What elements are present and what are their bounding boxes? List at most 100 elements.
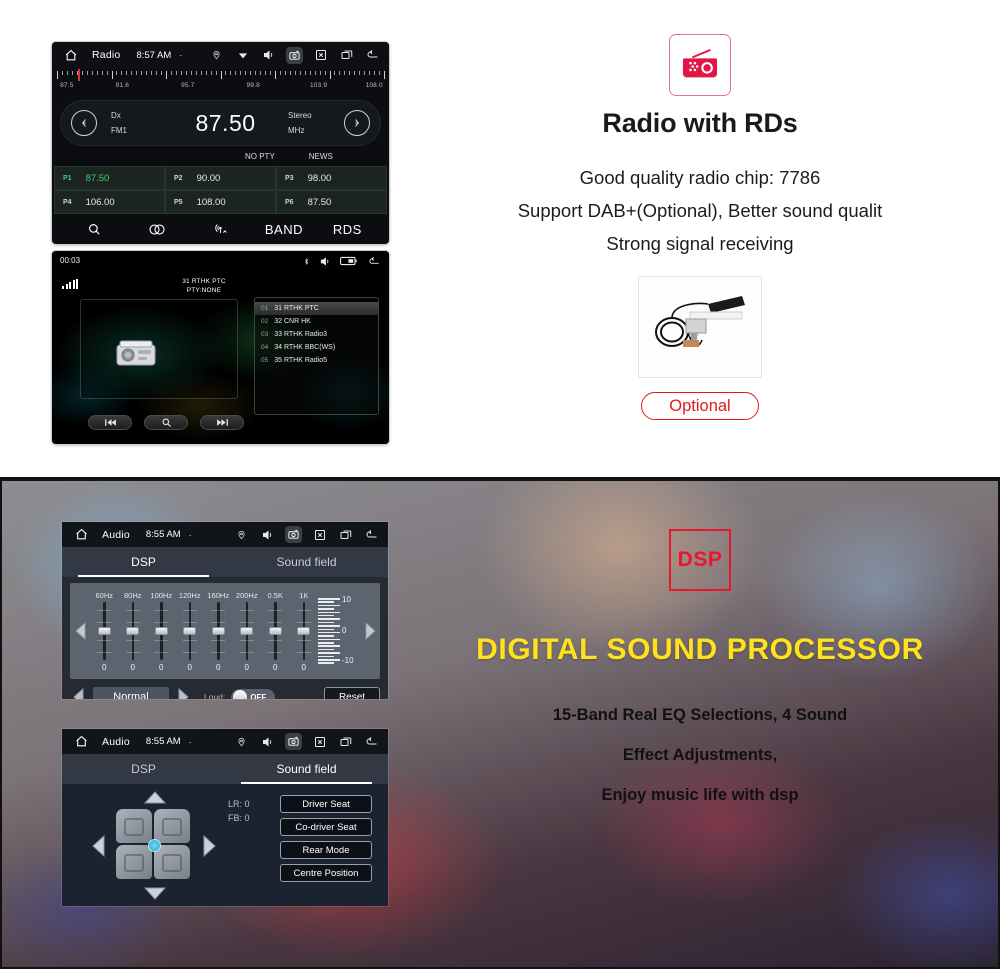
eq-band-slider[interactable] xyxy=(268,601,283,660)
ruler-tick xyxy=(131,71,133,75)
skip-next-icon[interactable] xyxy=(200,415,244,430)
radio-copy-block: Radio with RDs Good quality radio chip: … xyxy=(440,30,960,420)
slider-knob[interactable] xyxy=(154,626,168,635)
slider-knob[interactable] xyxy=(126,626,140,635)
preset-p3[interactable]: P3 98.00 xyxy=(276,166,387,190)
slider-tick xyxy=(239,609,254,611)
skip-previous-icon[interactable] xyxy=(88,415,132,430)
slider-knob[interactable] xyxy=(268,626,282,635)
eq-band-slider[interactable] xyxy=(125,601,140,660)
eq-band-slider[interactable] xyxy=(296,601,311,660)
seat-preset-rear-mode[interactable]: Rear Mode xyxy=(280,841,372,859)
preset-p4[interactable]: P4 106.00 xyxy=(54,190,165,214)
seat-preset-driver-seat[interactable]: Driver Seat xyxy=(280,795,372,813)
recent-apps-icon[interactable] xyxy=(337,733,354,750)
arrow-right-icon[interactable] xyxy=(203,835,216,857)
tune-up-button[interactable] xyxy=(344,110,370,136)
home-icon[interactable] xyxy=(60,49,82,62)
home-icon[interactable] xyxy=(70,528,92,541)
eq-band-slider[interactable] xyxy=(182,601,197,660)
preset-p5[interactable]: P5 108.00 xyxy=(165,190,276,214)
tab-sound-field[interactable]: Sound field xyxy=(225,547,388,577)
close-icon[interactable] xyxy=(311,526,328,543)
back-icon[interactable] xyxy=(363,526,380,543)
chevron-left-icon[interactable] xyxy=(70,687,87,699)
volume-icon[interactable] xyxy=(259,526,276,543)
slider-knob[interactable] xyxy=(183,626,197,635)
recent-apps-icon[interactable] xyxy=(337,526,354,543)
center-handle-icon[interactable] xyxy=(148,839,161,852)
chevron-right-icon[interactable] xyxy=(175,687,192,699)
volume-icon[interactable] xyxy=(259,733,276,750)
dsp2-clock: 8:55 AM xyxy=(145,736,181,747)
ruler-label: 91.6 xyxy=(115,82,130,89)
preset-p1[interactable]: P1 87.50 xyxy=(54,166,165,190)
chevron-left-icon[interactable] xyxy=(70,621,90,641)
slider-knob[interactable] xyxy=(240,626,254,635)
close-icon[interactable] xyxy=(311,733,328,750)
preset-p6[interactable]: P6 87.50 xyxy=(276,190,387,214)
page-root: Radio 8:57 AM · 87.5 91.6 95.7 99.8 103.… xyxy=(0,0,1000,969)
slider-knob[interactable] xyxy=(297,626,311,635)
list-item[interactable]: 02 32 CNR HK xyxy=(255,315,378,328)
slider-knob[interactable] xyxy=(97,626,111,635)
eq-band-slider[interactable] xyxy=(211,601,226,660)
ruler-tick xyxy=(57,71,58,79)
list-item[interactable]: 03 33 RTHK Radio3 xyxy=(255,328,378,341)
volume-icon[interactable] xyxy=(319,256,331,267)
bluetooth-icon[interactable] xyxy=(303,256,310,267)
eq-band-slider[interactable] xyxy=(239,601,254,660)
tab-sound-field[interactable]: Sound field xyxy=(225,754,388,784)
search-icon[interactable] xyxy=(62,222,125,236)
location-icon[interactable] xyxy=(233,526,250,543)
seat-preset-centre-position[interactable]: Centre Position xyxy=(280,864,372,882)
equalizer-bands: 60Hz 0 80Hz 0 100Hz 0 120Hz 0 160Hz 0 200Hz 0 0.5K 0 1… xyxy=(90,583,318,679)
back-icon[interactable] xyxy=(364,47,381,64)
list-item[interactable]: 01 31 RTHK PTC xyxy=(255,302,378,315)
close-icon[interactable] xyxy=(312,47,329,64)
eq-band-slider[interactable] xyxy=(97,601,112,660)
loudness-toggle[interactable]: OFF xyxy=(231,688,276,699)
arrow-down-icon[interactable] xyxy=(144,887,166,900)
screenshot-icon[interactable] xyxy=(286,46,303,64)
eq-band: 200Hz 0 xyxy=(234,591,260,672)
band-button[interactable]: BAND xyxy=(252,222,315,237)
tab-dsp[interactable]: DSP xyxy=(62,547,225,577)
seat-preset-co-driver-seat[interactable]: Co-driver Seat xyxy=(280,818,372,836)
arrow-up-icon[interactable] xyxy=(144,791,166,804)
tab-dsp[interactable]: DSP xyxy=(62,754,225,784)
eq-band-slider[interactable] xyxy=(154,601,169,660)
seat-rear-left[interactable] xyxy=(116,845,152,879)
ruler-tick xyxy=(245,71,247,75)
antenna-icon[interactable] xyxy=(189,222,252,236)
seat-rear-right[interactable] xyxy=(154,845,190,879)
eq-mode-value[interactable]: Normal xyxy=(93,687,169,699)
station-list[interactable]: 01 31 RTHK PTC 02 32 CNR HK 03 33 RTHK Radio3… xyxy=(254,297,379,415)
volume-icon[interactable] xyxy=(260,47,277,64)
chevron-right-icon[interactable] xyxy=(360,621,380,641)
station-name: 33 RTHK Radio3 xyxy=(274,331,328,338)
screenshot-icon[interactable] xyxy=(285,733,302,750)
location-icon[interactable] xyxy=(233,733,250,750)
home-icon[interactable] xyxy=(70,735,92,748)
search-icon[interactable] xyxy=(144,415,188,430)
tune-down-button[interactable] xyxy=(71,110,97,136)
reset-button[interactable]: Reset xyxy=(324,687,380,699)
rds-button[interactable]: RDS xyxy=(316,222,379,237)
screenshot-icon[interactable] xyxy=(285,526,302,543)
preset-p2[interactable]: P2 90.00 xyxy=(165,166,276,190)
radio-tuner-ruler[interactable]: 87.5 91.6 95.7 99.8 103.9 108.0 xyxy=(52,68,389,96)
wifi-icon[interactable] xyxy=(234,47,251,64)
stereo-icon[interactable] xyxy=(125,223,188,236)
back-icon[interactable] xyxy=(363,733,380,750)
slider-knob[interactable] xyxy=(211,626,225,635)
sound-field-pad[interactable] xyxy=(92,791,216,900)
list-item[interactable]: 05 35 RTHK Radio5 xyxy=(255,354,378,367)
back-icon[interactable] xyxy=(367,256,381,267)
list-item[interactable]: 04 34 RTHK BBC(WS) xyxy=(255,341,378,354)
location-icon[interactable] xyxy=(208,47,225,64)
seat-front-left[interactable] xyxy=(116,809,152,843)
arrow-left-icon[interactable] xyxy=(92,835,105,857)
recent-apps-icon[interactable] xyxy=(338,47,355,64)
seat-front-right[interactable] xyxy=(154,809,190,843)
